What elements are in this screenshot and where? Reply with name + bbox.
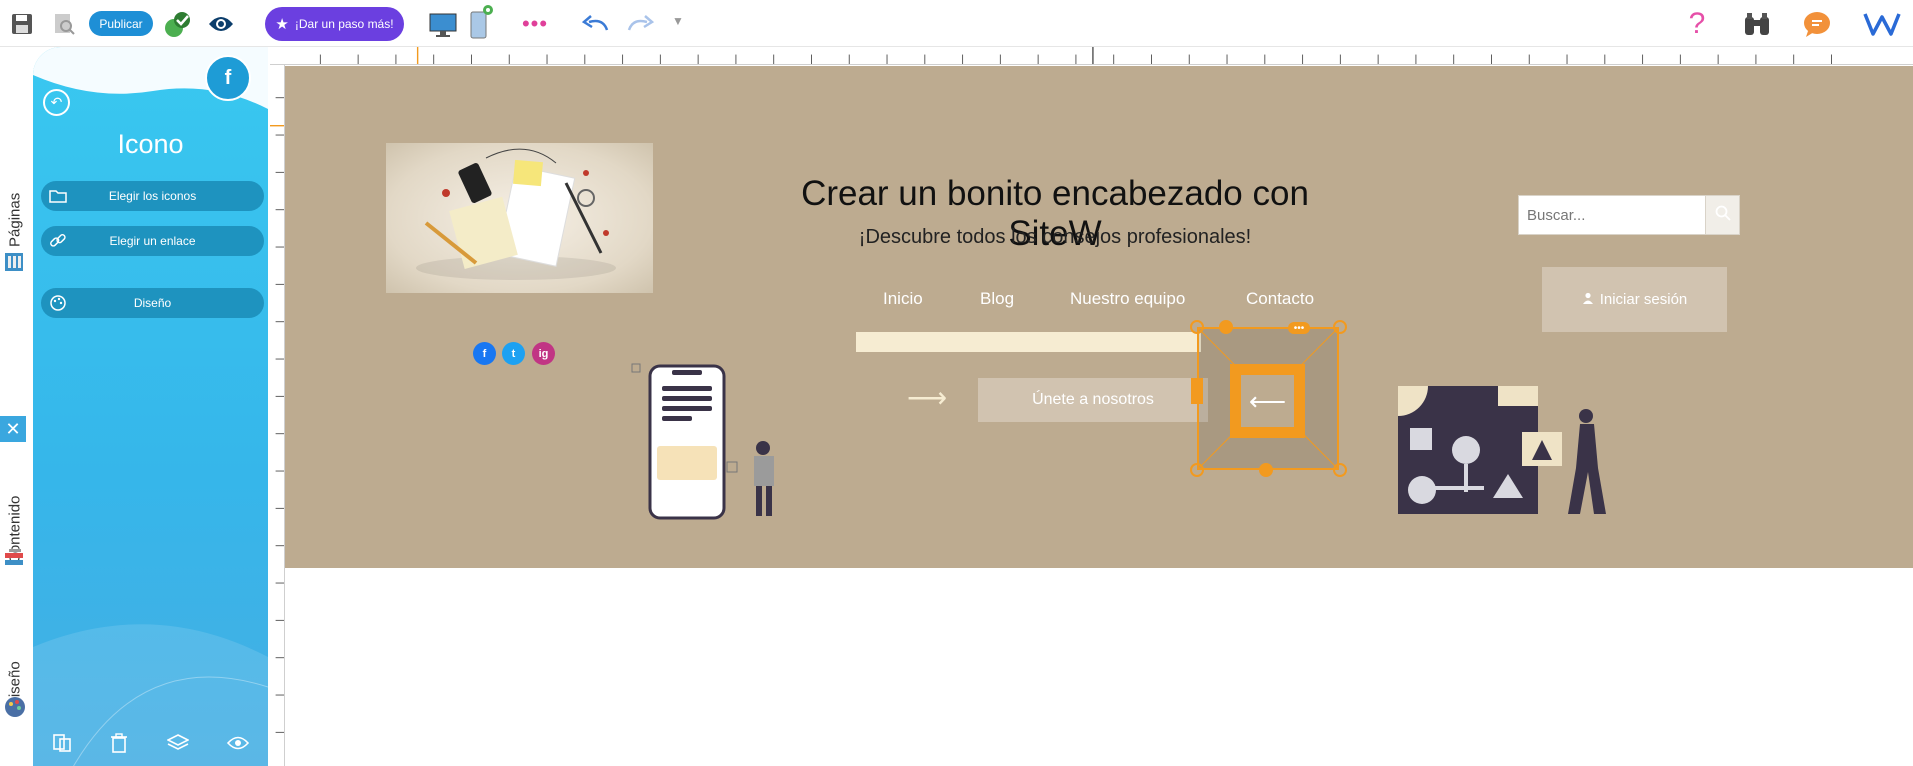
vertical-resize-icon[interactable]	[1259, 463, 1273, 477]
ruler-left	[270, 65, 285, 766]
twitter-icon[interactable]: t	[502, 342, 525, 365]
decorative-bar[interactable]	[856, 332, 1201, 352]
more-icon[interactable]: •••	[518, 11, 552, 36]
choose-icons-label: Elegir los iconos	[108, 189, 197, 203]
search-input[interactable]: Buscar...	[1519, 196, 1705, 234]
choose-link-label: Elegir un enlace	[109, 234, 196, 248]
upgrade-button[interactable]: ★ ¡Dar un paso más!	[265, 7, 404, 41]
search-button[interactable]	[1705, 196, 1739, 234]
login-label: Iniciar sesión	[1599, 291, 1688, 308]
star-icon: ★	[275, 16, 289, 33]
side-tabs: Páginas ✕ Contenido Diseño	[0, 47, 33, 766]
avatar[interactable]: f	[205, 55, 251, 101]
resize-handle-top-left[interactable]	[1190, 320, 1204, 334]
content-icon[interactable]	[3, 547, 27, 571]
banner-subtitle[interactable]: ¡Descubre todos los consejos profesional…	[765, 226, 1345, 249]
redo-icon[interactable]	[624, 12, 656, 36]
visibility-eye-icon[interactable]	[226, 735, 249, 751]
choose-icons-button[interactable]: Elegir los iconos	[41, 181, 264, 211]
resize-handle-top-right[interactable]	[1333, 320, 1347, 334]
icon-settings-panel: ↶ f Icono Elegir los iconos Elegir un en…	[33, 47, 268, 766]
folder-icon	[49, 187, 67, 205]
eye-icon[interactable]	[207, 12, 235, 36]
design-palette-icon[interactable]	[3, 695, 27, 719]
preview-search-icon[interactable]	[51, 11, 77, 37]
resize-handle-bottom-left[interactable]	[1190, 463, 1204, 477]
desktop-icon[interactable]	[428, 12, 458, 38]
save-icon[interactable]	[9, 11, 35, 37]
instagram-icon[interactable]: ig	[532, 342, 555, 365]
back-icon[interactable]: ↶	[43, 89, 70, 116]
arrow-right-icon[interactable]: ⟶	[907, 384, 947, 412]
trash-icon[interactable]	[110, 733, 128, 753]
search-box[interactable]: Buscar...	[1518, 195, 1740, 235]
drag-handle-icon[interactable]	[1191, 378, 1203, 404]
chevron-down-icon[interactable]: ▼	[669, 14, 687, 28]
choose-link-button[interactable]: Elegir un enlace	[41, 226, 264, 256]
check-icon[interactable]	[164, 9, 192, 39]
duplicate-icon[interactable]	[52, 733, 72, 753]
close-panel-button[interactable]: ✕	[0, 416, 26, 442]
link-icon	[49, 232, 67, 250]
join-button[interactable]: Únete a nosotros	[978, 378, 1208, 422]
top-toolbar: Publicar ★ ¡Dar un paso más! ••• ▼ ?	[0, 0, 1913, 47]
nav-item-contacto[interactable]: Contacto	[1246, 289, 1314, 309]
arrow-left-icon[interactable]: ⟵	[1230, 364, 1305, 438]
sitew-logo[interactable]	[1862, 10, 1902, 38]
tab-content[interactable]: Contenido	[0, 467, 30, 592]
mobile-icon[interactable]	[468, 4, 494, 40]
publish-button[interactable]: Publicar	[89, 11, 153, 36]
nav-item-blog[interactable]: Blog	[980, 289, 1014, 309]
header-banner[interactable]: Crear un bonito encabezado con SiteW ¡De…	[285, 66, 1913, 568]
search-icon	[1715, 205, 1731, 226]
ruler-top	[270, 47, 1913, 65]
element-more-icon[interactable]: •••	[1288, 322, 1310, 334]
user-icon	[1582, 291, 1594, 308]
illustration-shapes-person[interactable]	[1398, 386, 1618, 526]
selected-icon-element[interactable]: ⟵	[1197, 327, 1339, 470]
palette-icon	[49, 294, 67, 312]
illustration-phone-person[interactable]	[620, 362, 800, 522]
upgrade-label: ¡Dar un paso más!	[294, 17, 394, 31]
design-button[interactable]: Diseño	[41, 288, 264, 318]
rotate-icon[interactable]	[1219, 320, 1233, 334]
panel-title: Icono	[117, 129, 184, 159]
design-label: Diseño	[133, 296, 172, 310]
resize-handle-bottom-right[interactable]	[1333, 463, 1347, 477]
nav-item-inicio[interactable]: Inicio	[883, 289, 923, 309]
panel-footer	[33, 720, 268, 766]
help-icon[interactable]: ?	[1684, 7, 1710, 40]
banner-image-stationery[interactable]	[386, 143, 653, 293]
nav-item-equipo[interactable]: Nuestro equipo	[1070, 289, 1185, 309]
pages-icon[interactable]	[3, 251, 25, 273]
tab-design[interactable]: Diseño	[0, 635, 30, 735]
binoculars-icon[interactable]	[1741, 10, 1773, 38]
chat-icon[interactable]	[1802, 10, 1832, 38]
layers-icon[interactable]	[166, 733, 189, 753]
facebook-icon[interactable]: f	[473, 342, 496, 365]
login-button[interactable]: Iniciar sesión	[1542, 267, 1727, 332]
undo-icon[interactable]	[580, 12, 612, 36]
